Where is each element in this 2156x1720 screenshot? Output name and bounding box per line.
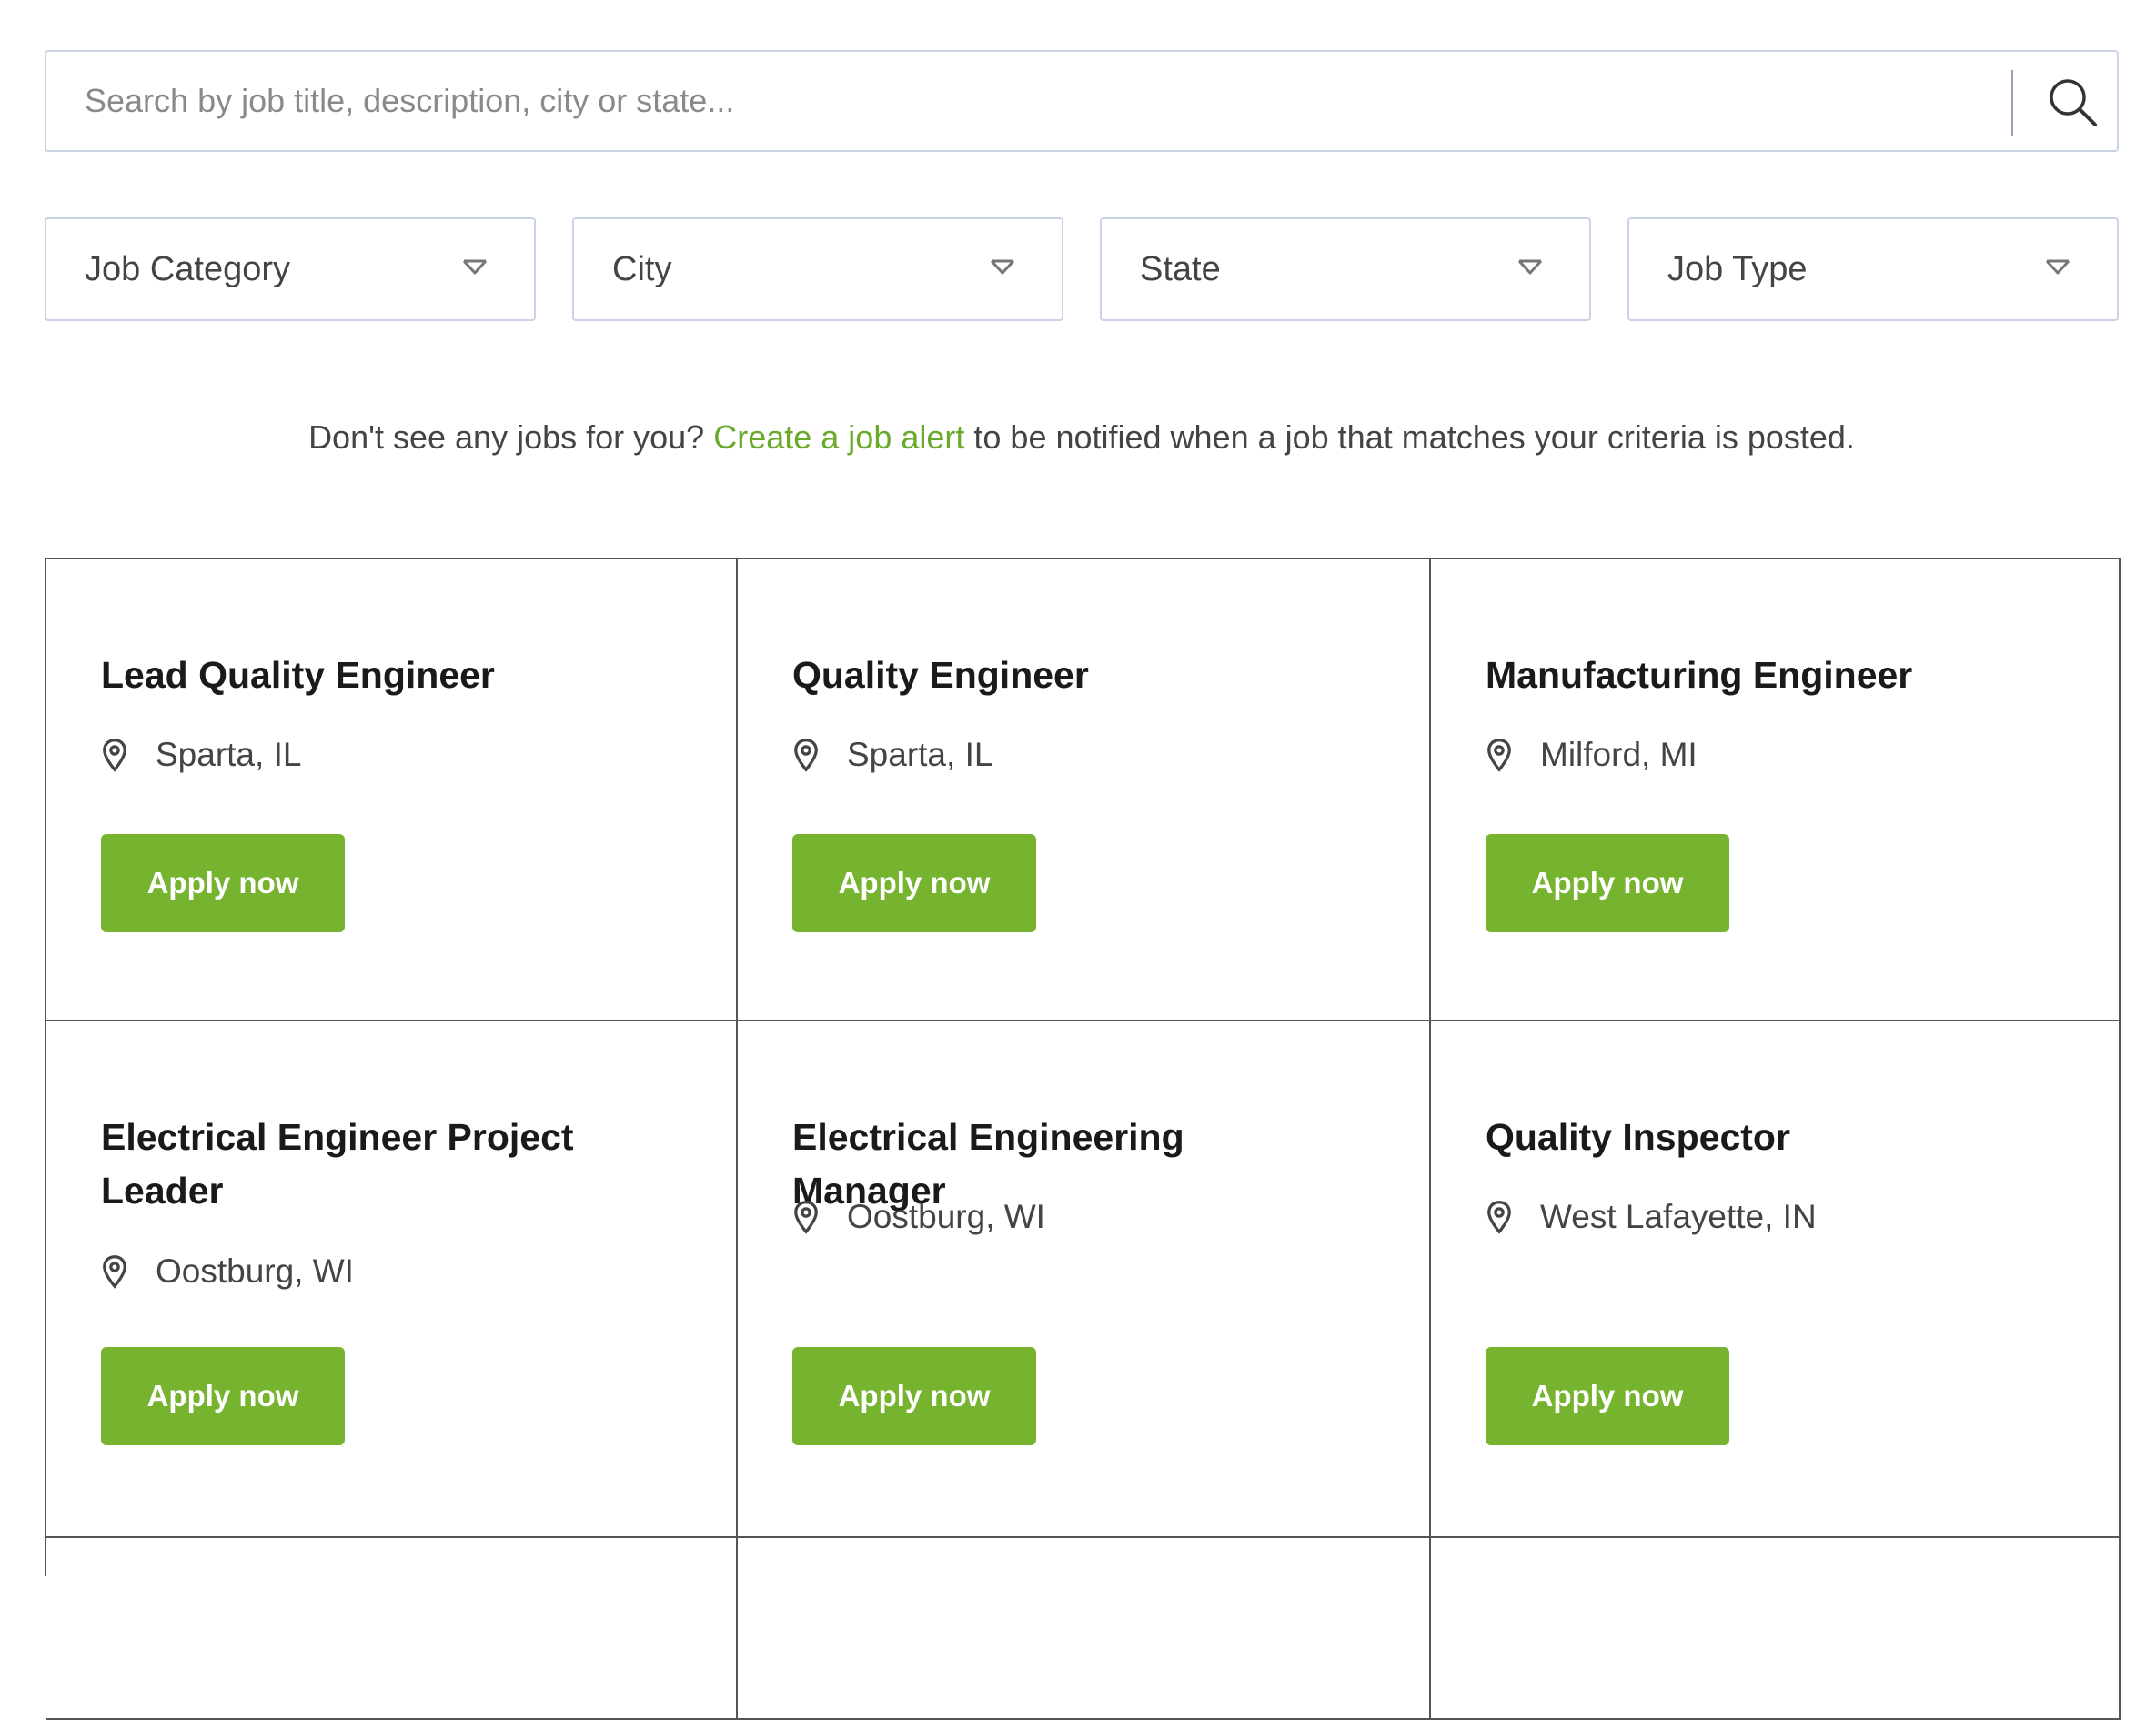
- job-card: Manufacturing Engineer Milford, MI Apply…: [1431, 559, 2121, 1021]
- job-title: Lead Quality Engineer: [101, 654, 495, 696]
- job-title: Quality Engineer: [792, 654, 1089, 696]
- city-label: City: [612, 250, 672, 288]
- job-location-text: Oostburg, WI: [156, 1252, 354, 1290]
- chevron-down-icon: [1517, 259, 1543, 275]
- job-type-label: Job Type: [1667, 250, 1808, 288]
- job-card: [738, 1538, 1431, 1720]
- job-category-label: Job Category: [85, 250, 291, 288]
- search-button[interactable]: [2039, 68, 2106, 136]
- job-card: Electrical Engineering Manager Oostburg,…: [738, 1021, 1431, 1538]
- job-location: Milford, MI: [1486, 736, 1698, 774]
- job-title: Quality Inspector: [1486, 1116, 1790, 1158]
- map-pin-icon: [794, 739, 818, 772]
- job-title: Electrical Engineer Project Leader: [101, 1116, 574, 1212]
- search-bar: [45, 50, 2119, 152]
- apply-now-button[interactable]: Apply now: [1486, 1347, 1729, 1445]
- chevron-down-icon: [990, 259, 1015, 275]
- job-location-text: Oostburg, WI: [847, 1198, 1045, 1235]
- job-location-text: Milford, MI: [1540, 736, 1698, 773]
- job-card: [46, 1538, 738, 1720]
- job-location-text: Sparta, IL: [847, 736, 993, 773]
- job-type-dropdown[interactable]: Job Type: [1627, 217, 2119, 321]
- search-icon: [2050, 79, 2097, 126]
- search-input[interactable]: [85, 52, 1995, 150]
- map-pin-icon: [1487, 1201, 1511, 1234]
- job-category-dropdown[interactable]: Job Category: [45, 217, 536, 321]
- search-divider: [2011, 70, 2013, 136]
- map-pin-icon: [103, 739, 126, 772]
- job-alert-prefix: Don't see any jobs for you?: [308, 418, 705, 456]
- apply-now-button[interactable]: Apply now: [101, 834, 345, 932]
- job-location: West Lafayette, IN: [1486, 1198, 1817, 1236]
- job-location-text: Sparta, IL: [156, 736, 302, 773]
- job-alert-message: Don't see any jobs for you? Create a job…: [0, 418, 2156, 457]
- job-title: Manufacturing Engineer: [1486, 654, 1913, 696]
- job-card: Quality Engineer Sparta, IL Apply now: [738, 559, 1431, 1021]
- job-card: Quality Inspector West Lafayette, IN App…: [1431, 1021, 2121, 1538]
- apply-now-button[interactable]: Apply now: [792, 834, 1036, 932]
- job-alert-suffix: to be notified when a job that matches y…: [973, 418, 1855, 456]
- job-location-text: West Lafayette, IN: [1540, 1198, 1817, 1235]
- job-grid: Lead Quality Engineer Sparta, IL Apply n…: [45, 558, 2121, 1720]
- chevron-down-icon: [2045, 259, 2070, 275]
- job-location: Oostburg, WI: [101, 1252, 354, 1291]
- apply-now-button[interactable]: Apply now: [101, 1347, 345, 1445]
- state-label: State: [1140, 250, 1221, 288]
- state-dropdown[interactable]: State: [1100, 217, 1591, 321]
- map-pin-icon: [794, 1201, 818, 1234]
- apply-now-button[interactable]: Apply now: [1486, 834, 1729, 932]
- city-dropdown[interactable]: City: [572, 217, 1063, 321]
- job-card: Electrical Engineer Project Leader Oostb…: [46, 1021, 738, 1538]
- create-job-alert-link[interactable]: Create a job alert: [713, 418, 964, 456]
- job-location: Oostburg, WI: [792, 1198, 1045, 1236]
- apply-now-button[interactable]: Apply now: [792, 1347, 1036, 1445]
- job-card: Lead Quality Engineer Sparta, IL Apply n…: [46, 559, 738, 1021]
- chevron-down-icon: [462, 259, 488, 275]
- job-location: Sparta, IL: [792, 736, 992, 774]
- map-pin-icon: [103, 1255, 126, 1289]
- map-pin-icon: [1487, 739, 1511, 772]
- job-location: Sparta, IL: [101, 736, 301, 774]
- job-card: [1431, 1538, 2121, 1720]
